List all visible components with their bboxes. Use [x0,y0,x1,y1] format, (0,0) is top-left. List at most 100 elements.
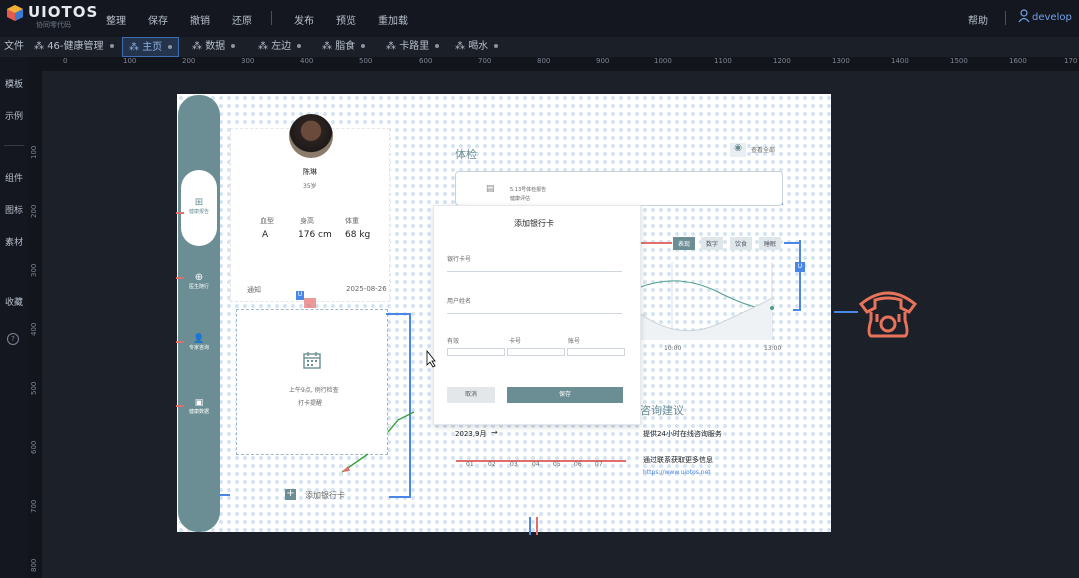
day-item[interactable]: 06 [574,461,582,468]
height-label: 身高 [300,217,314,225]
panel-components[interactable]: 组件 [5,171,23,184]
ruler-tick: 900 [596,57,610,65]
anchor-icon[interactable]: U [795,262,805,272]
connector-pin[interactable] [176,405,184,407]
tab-diet[interactable]: ⁂ 脂食 [322,37,366,57]
ruler-tick: 500 [359,57,373,65]
user-name-input[interactable] [447,313,622,314]
ruler-tick: 1200 [773,57,791,65]
view-all-link[interactable]: 查看全部 [751,145,775,154]
add-icon[interactable]: + [285,489,296,500]
vertical-ruler: 100 200 300 400 500 600 700 800 [28,71,43,578]
chip-diet[interactable]: 饮食 [730,237,753,250]
day-item[interactable]: 07 [595,461,603,468]
save-button[interactable]: 保存 [507,387,623,403]
ruler-tick: 1500 [950,57,968,65]
tab-health[interactable]: ⁂ 46-健康管理 [34,37,114,57]
menu-publish[interactable]: 发布 [294,12,314,27]
menu-help[interactable]: 帮助 [968,12,988,27]
user-name[interactable]: develop [1032,12,1072,23]
top-toolbar: UIOTOS 协同零代码 整理 保存 撤销 还原 发布 预览 重加载 帮助 de… [0,0,1079,36]
cancel-button[interactable]: 取消 [447,387,495,403]
wire [389,496,411,498]
day-item[interactable]: 03 [510,461,518,468]
ruler-tick: 600 [419,57,433,65]
panel-templates[interactable]: 模板 [5,77,23,90]
ruler-tick: 800 [537,57,551,65]
panel-favorites[interactable]: 收藏 [5,295,23,308]
calendar-card[interactable] [236,309,388,455]
day-item[interactable]: 04 [532,461,540,468]
menu-preview[interactable]: 预览 [336,12,356,27]
profile-name: 陈琳 [303,168,317,176]
sidebar-item-report[interactable]: ⊞ 健康报告 [185,197,213,215]
phone-icon[interactable] [857,286,919,338]
sidebar-item-expert[interactable]: 👤 专家咨询 [185,334,213,351]
sidebar-item-doctor[interactable]: ⊕ 医生随行 [185,272,213,290]
connector-pin[interactable] [176,212,184,214]
wire [799,240,801,310]
consult-url[interactable]: https://www.uiotos.net [643,469,711,476]
chart-area [638,298,772,340]
menu-save[interactable]: 保存 [148,12,168,27]
close-dot-icon[interactable] [494,44,499,48]
anchor-icon[interactable]: U [296,291,304,300]
field-3-input[interactable] [567,348,625,356]
help-icon[interactable]: ? [7,333,19,345]
field-1-input[interactable] [447,348,505,356]
menu-undo[interactable]: 撤销 [190,12,210,27]
panel-materials[interactable]: 素材 [5,235,23,248]
field-2-input[interactable] [507,348,565,356]
ruler-tick: 800 [30,558,38,572]
panel-icons[interactable]: 图标 [5,203,23,216]
menu-redo[interactable]: 还原 [232,12,252,27]
wire [536,517,538,535]
ruler-tick: 100 [30,145,38,159]
close-dot-icon[interactable] [361,44,366,48]
close-dot-icon[interactable] [168,45,173,49]
day-item[interactable]: 02 [488,461,496,468]
tab-home[interactable]: ⁂ 主页 [122,37,180,57]
chart-x-label-1: 10:00 [664,345,682,352]
connector-pin[interactable] [176,277,184,279]
user-icon[interactable] [1018,9,1030,23]
add-card-label[interactable]: 添加银行卡 [305,490,345,501]
close-dot-icon[interactable] [435,44,440,48]
connector-pin[interactable] [304,298,316,308]
chip-performance[interactable]: 表现 [673,237,696,250]
calendar-line-2: 打卡提醒 [298,400,323,407]
ruler-tick: 1100 [714,57,732,65]
sidebar-item-data[interactable]: ▣ 健康数据 [185,398,213,415]
tab-file[interactable]: 文件 [4,37,24,57]
app-sidebar [178,95,220,532]
tab-left[interactable]: ⁂ 左边 [258,37,302,57]
eye-icon[interactable]: ◉ [730,143,746,157]
tab-label: 数据 [205,41,226,52]
panel-examples[interactable]: 示例 [5,109,23,122]
ruler-tick: 200 [182,57,196,65]
tab-calorie[interactable]: ⁂ 卡路里 [386,37,440,57]
day-item[interactable]: 01 [466,461,474,468]
tab-water[interactable]: ⁂ 喝水 [455,37,499,57]
close-dot-icon[interactable] [297,44,302,48]
notice-date: 2025-08-26 [346,285,387,293]
ruler-tick: 400 [30,322,38,336]
ruler-tick: 700 [30,499,38,513]
connector-pin[interactable] [176,341,184,343]
close-dot-icon[interactable] [109,44,114,48]
graph-icon: ⁂ [34,41,48,52]
tab-data[interactable]: ⁂ 数据 [192,37,236,57]
chip-sleep[interactable]: 睡眠 [759,237,782,250]
menu-reload[interactable]: 重加载 [378,12,408,27]
exam-entry[interactable] [455,171,783,206]
ruler-tick: 1600 [1009,57,1027,65]
wire [386,313,411,315]
menu-arrange[interactable]: 整理 [106,12,126,27]
ruler-tick: 1000 [654,57,672,65]
day-item[interactable]: 05 [553,461,561,468]
close-dot-icon[interactable] [231,44,236,48]
profile-age: 35岁 [303,183,317,190]
arrow-right-icon[interactable]: → [491,428,498,437]
chip-numbers[interactable]: 数字 [701,237,724,250]
card-number-input[interactable] [447,271,622,272]
